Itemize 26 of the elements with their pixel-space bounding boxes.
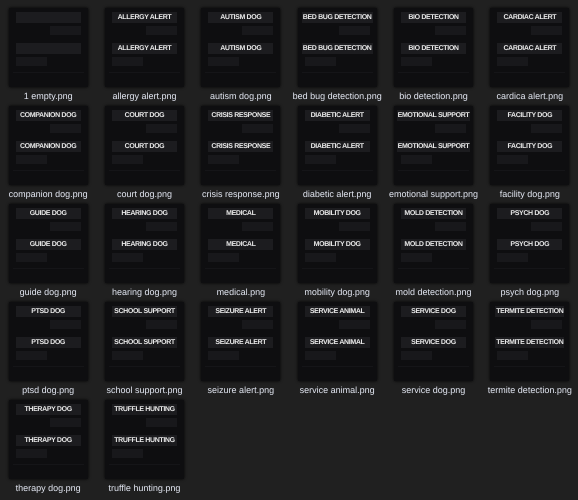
file-name[interactable]: mobility dog.png: [304, 286, 370, 298]
file-name[interactable]: 1 empty.png: [24, 90, 73, 102]
file-name[interactable]: therapy dog.png: [16, 482, 81, 494]
file-name[interactable]: autism dog.png: [210, 90, 272, 102]
file-name[interactable]: seizure alert.png: [208, 384, 274, 396]
file-name[interactable]: cardica alert.png: [496, 90, 564, 102]
file-name[interactable]: hearing dog.png: [112, 286, 178, 298]
file-name[interactable]: service dog.png: [402, 384, 466, 396]
file-name[interactable]: court dog.png: [116, 188, 172, 200]
file-name[interactable]: mold detection.png: [395, 286, 472, 298]
file-name[interactable]: emotional support.png: [388, 188, 478, 200]
file-name[interactable]: truffle hunting.png: [108, 482, 180, 494]
file-name[interactable]: bed bug detection.png: [292, 90, 382, 102]
file-name[interactable]: allergy alert.png: [112, 90, 177, 102]
file-name[interactable]: facility dog.png: [500, 188, 560, 200]
file-name[interactable]: school support.png: [106, 384, 183, 396]
file-name[interactable]: medical.png: [216, 286, 266, 298]
file-name[interactable]: guide dog.png: [20, 286, 77, 298]
file-name[interactable]: termite detection.png: [488, 384, 572, 396]
file-name[interactable]: psych dog.png: [500, 286, 560, 298]
file-name[interactable]: companion dog.png: [8, 188, 88, 200]
file-name[interactable]: ptsd dog.png: [22, 384, 74, 396]
file-name[interactable]: diabetic alert.png: [302, 188, 372, 200]
file-name[interactable]: service animal.png: [300, 384, 375, 396]
file-name[interactable]: crisis response.png: [202, 188, 280, 200]
file-name[interactable]: bio detection.png: [399, 90, 468, 102]
